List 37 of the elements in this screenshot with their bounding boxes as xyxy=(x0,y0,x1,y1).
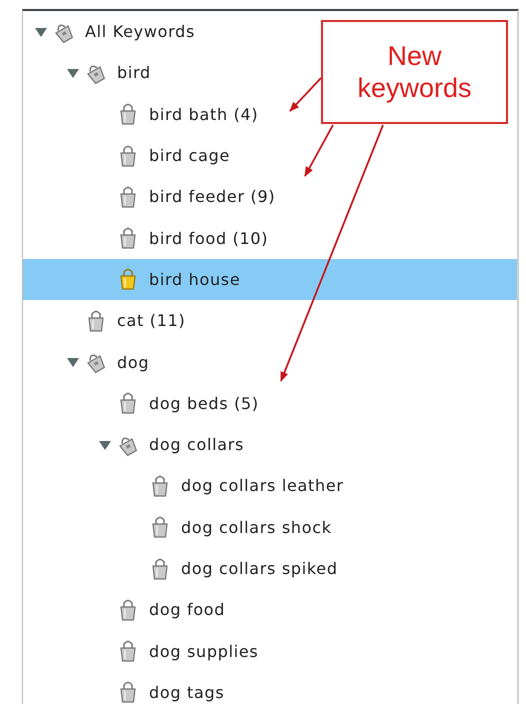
tree-item[interactable]: dog collars xyxy=(149,435,244,454)
bucket-icon xyxy=(150,515,170,540)
callout-text: New keywords xyxy=(321,20,508,124)
bucket-icon xyxy=(118,680,138,704)
tree-item[interactable]: bird feeder (9) xyxy=(149,187,276,206)
tree-item[interactable]: dog collars shock xyxy=(181,518,332,537)
tree-item[interactable]: dog tags xyxy=(149,682,224,702)
expanded-triangle-icon[interactable] xyxy=(34,26,48,38)
bucket-icon xyxy=(118,102,138,126)
tree-item[interactable]: cat (11) xyxy=(117,311,186,330)
bucket-icon xyxy=(150,474,170,498)
bucket-icon xyxy=(118,184,138,209)
bucket-icon xyxy=(118,639,138,664)
bucket-icon xyxy=(118,226,138,250)
tree-item[interactable]: dog supplies xyxy=(149,642,258,661)
bucket-icon xyxy=(118,391,138,416)
expanded-triangle-icon[interactable] xyxy=(66,66,80,79)
bucket-icon xyxy=(118,598,138,622)
keyword-label: bird house xyxy=(149,270,240,289)
tree-item[interactable]: dog collars leather xyxy=(181,476,344,496)
tree-item[interactable]: dog beds (5) xyxy=(149,394,259,413)
arrow xyxy=(289,77,322,112)
bucket-icon xyxy=(118,144,138,168)
tree-item[interactable]: dog food xyxy=(149,600,226,620)
tree-item[interactable]: dog xyxy=(117,352,150,372)
selected-tree-row[interactable]: bird house xyxy=(23,258,517,300)
tree-item[interactable]: dog collars spiked xyxy=(181,559,338,578)
tree-item[interactable]: bird cage xyxy=(149,146,230,166)
tree-item[interactable]: bird xyxy=(117,63,151,82)
tree-item[interactable]: bird food (10) xyxy=(149,228,268,248)
tree-item[interactable]: bird bath (4) xyxy=(149,104,258,124)
expanded-triangle-icon[interactable] xyxy=(98,438,112,451)
bucket-icon xyxy=(86,308,106,333)
tree-item[interactable]: All Keywords xyxy=(85,22,195,42)
expanded-triangle-icon[interactable] xyxy=(66,356,80,368)
bucket-icon xyxy=(150,556,170,580)
bucket-icon xyxy=(118,267,138,292)
